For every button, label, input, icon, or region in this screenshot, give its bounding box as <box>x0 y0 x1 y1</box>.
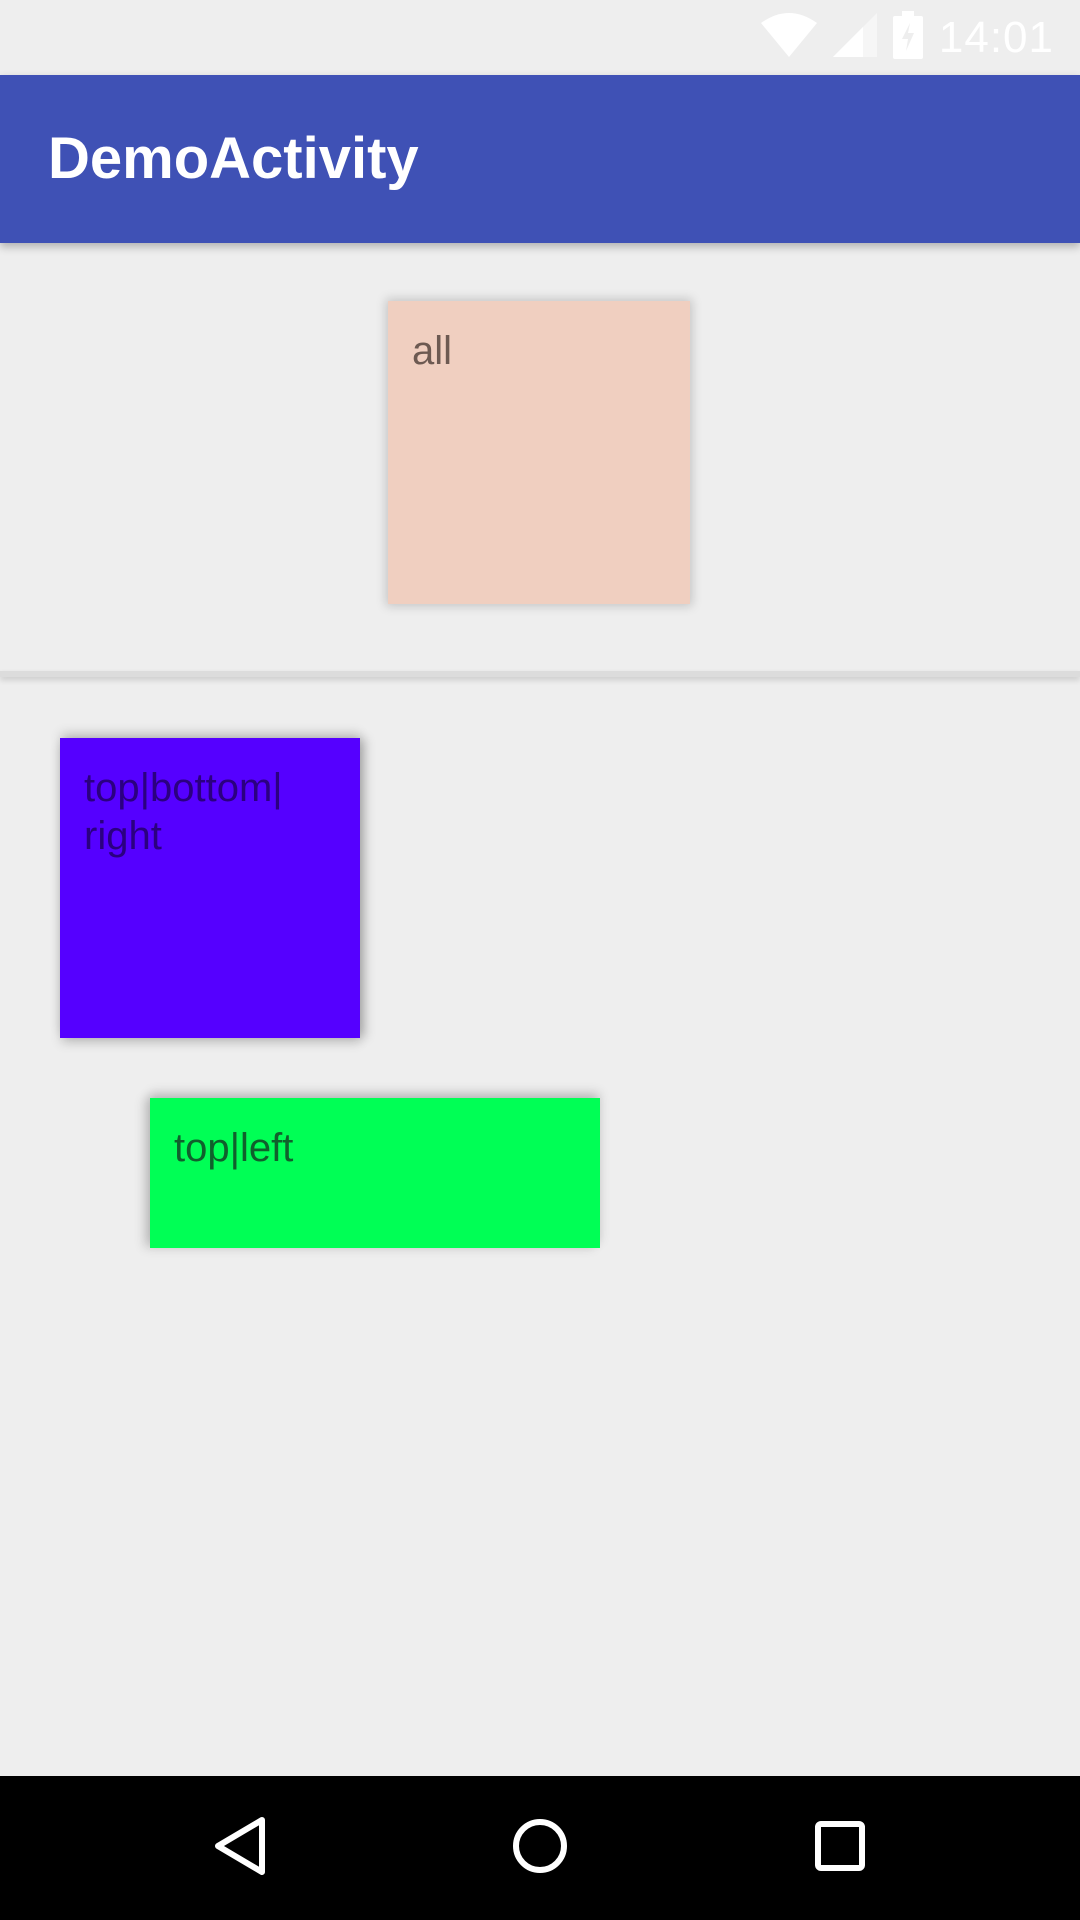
home-button[interactable] <box>480 1776 600 1920</box>
recents-button[interactable] <box>780 1776 900 1920</box>
card-top-bottom-right: top|bottom| right <box>60 738 360 1038</box>
card-top-left-label: top|left <box>174 1126 294 1170</box>
home-icon <box>512 1818 568 1879</box>
wifi-icon <box>760 13 817 62</box>
card-top-left: top|left <box>150 1098 600 1248</box>
app-bar: DemoActivity <box>0 75 1080 243</box>
status-bar: 14:01 <box>0 0 1080 75</box>
card-all: all <box>388 301 690 604</box>
back-button[interactable] <box>180 1776 300 1920</box>
status-time: 14:01 <box>938 12 1054 62</box>
recents-icon <box>815 1820 865 1876</box>
cell-signal-icon <box>832 13 877 62</box>
battery-charging-icon <box>892 11 923 64</box>
navigation-bar <box>0 1776 1080 1920</box>
app-title: DemoActivity <box>48 126 419 191</box>
card-top-bottom-right-label-line1: top|bottom| <box>84 766 283 810</box>
card-all-label: all <box>412 329 453 373</box>
back-icon <box>212 1816 268 1881</box>
section-divider <box>0 671 1080 677</box>
status-icons: 14:01 <box>760 0 1054 75</box>
card-top-bottom-right-label-line2: right <box>84 814 162 858</box>
